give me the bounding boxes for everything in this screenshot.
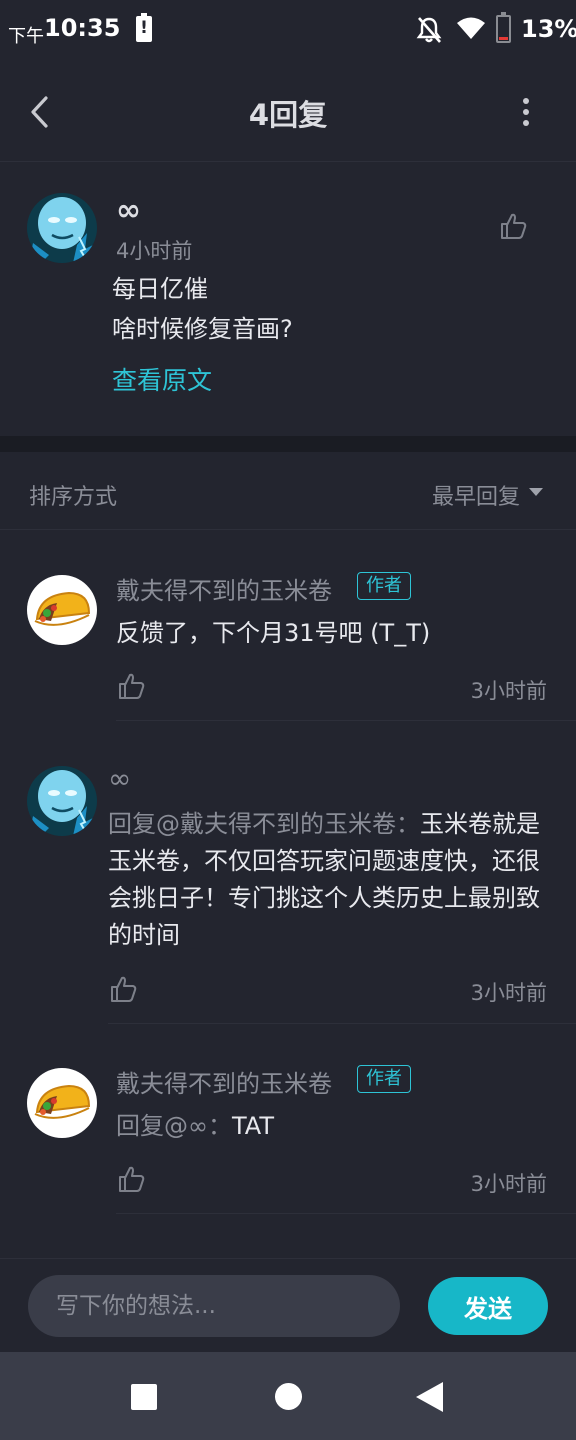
taco-avatar-image bbox=[27, 575, 97, 645]
avatar[interactable] bbox=[27, 575, 97, 645]
battery-alert-mark: ! bbox=[140, 18, 148, 38]
reply-item: ∞ 回复@戴夫得不到的玉米卷：玉米卷就是玉米卷，不仅回答玩家问题速度快，还很会挑… bbox=[0, 722, 576, 1024]
back-triangle-icon[interactable] bbox=[416, 1382, 443, 1412]
caret-down-icon[interactable] bbox=[529, 488, 543, 496]
sort-dropdown[interactable]: 最早回复 bbox=[432, 479, 520, 511]
reply-time: 3小时前 bbox=[470, 981, 547, 1005]
avatar[interactable] bbox=[27, 766, 97, 836]
reply-time: 3小时前 bbox=[470, 1172, 547, 1196]
reply-username[interactable]: 戴夫得不到的玉米卷 bbox=[116, 571, 332, 606]
avatar-face-image bbox=[27, 766, 97, 836]
battery-percent: 13% bbox=[521, 15, 576, 43]
reply-username[interactable]: ∞ bbox=[108, 762, 131, 795]
original-post: ∞ 4小时前 每日亿催 啥时候修复音画? 查看原文 bbox=[0, 163, 576, 435]
thumbs-up-icon[interactable] bbox=[498, 211, 528, 241]
reply-body: TAT bbox=[232, 1112, 275, 1140]
reply-item: 戴夫得不到的玉米卷 作者 回复@∞：TAT 3小时前 bbox=[0, 1024, 576, 1214]
reply-item: 戴夫得不到的玉米卷 作者 反馈了，下个月31号吧 (T_T) 3小时前 bbox=[0, 531, 576, 721]
thumbs-up-icon[interactable] bbox=[108, 974, 138, 1004]
author-badge: 作者 bbox=[357, 572, 411, 600]
post-username[interactable]: ∞ bbox=[116, 193, 141, 228]
reply-time: 3小时前 bbox=[470, 679, 547, 703]
post-time: 4小时前 bbox=[116, 239, 193, 263]
sort-bar: 排序方式 最早回复 bbox=[0, 452, 576, 530]
more-vertical-icon[interactable] bbox=[512, 92, 540, 132]
sort-label: 排序方式 bbox=[29, 485, 118, 510]
status-time-prefix: 下午 bbox=[8, 26, 44, 47]
taco-avatar-image bbox=[27, 1068, 97, 1138]
avatar-face-image bbox=[27, 193, 97, 263]
reply-username[interactable]: 戴夫得不到的玉米卷 bbox=[116, 1064, 332, 1099]
section-divider bbox=[0, 436, 576, 452]
page-title: 4回复 bbox=[248, 98, 328, 132]
thumbs-up-icon[interactable] bbox=[116, 671, 146, 701]
app-header: 4回复 bbox=[0, 62, 576, 162]
wifi-icon bbox=[457, 17, 485, 39]
home-circle-icon[interactable] bbox=[275, 1383, 302, 1410]
view-original-link[interactable]: 查看原文 bbox=[112, 361, 212, 397]
comment-bar: 发送 bbox=[0, 1258, 576, 1352]
reply-text: 回复@∞：TAT bbox=[116, 1108, 556, 1145]
divider bbox=[116, 720, 576, 721]
status-bar: 下午 10:35 ! 13% bbox=[0, 0, 576, 62]
battery-alert-icon: ! bbox=[136, 13, 152, 42]
post-text-line: 每日亿催 bbox=[112, 275, 208, 303]
recents-square-icon[interactable] bbox=[131, 1384, 157, 1410]
reply-mention[interactable]: 回复@戴夫得不到的玉米卷： bbox=[108, 810, 420, 838]
send-button[interactable]: 发送 bbox=[428, 1277, 548, 1335]
bell-off-icon bbox=[416, 17, 442, 43]
avatar[interactable] bbox=[27, 1068, 97, 1138]
battery-level-fill bbox=[499, 37, 508, 40]
divider bbox=[116, 1213, 576, 1214]
reply-mention[interactable]: 回复@∞： bbox=[116, 1112, 232, 1140]
avatar[interactable] bbox=[27, 193, 97, 263]
battery-icon bbox=[496, 12, 511, 43]
post-text-line: 啥时候修复音画? bbox=[112, 315, 293, 343]
reply-text: 回复@戴夫得不到的玉米卷：玉米卷就是玉米卷，不仅回答玩家问题速度快，还很会挑日子… bbox=[108, 806, 553, 954]
post-text: 每日亿催 啥时候修复音画? bbox=[112, 269, 293, 349]
author-badge: 作者 bbox=[357, 1065, 411, 1093]
thumbs-up-icon[interactable] bbox=[116, 1164, 146, 1194]
status-time: 10:35 bbox=[44, 14, 121, 42]
comment-input[interactable] bbox=[28, 1275, 400, 1337]
reply-text: 反馈了，下个月31号吧 (T_T) bbox=[116, 619, 431, 647]
system-nav-bar bbox=[0, 1352, 576, 1440]
